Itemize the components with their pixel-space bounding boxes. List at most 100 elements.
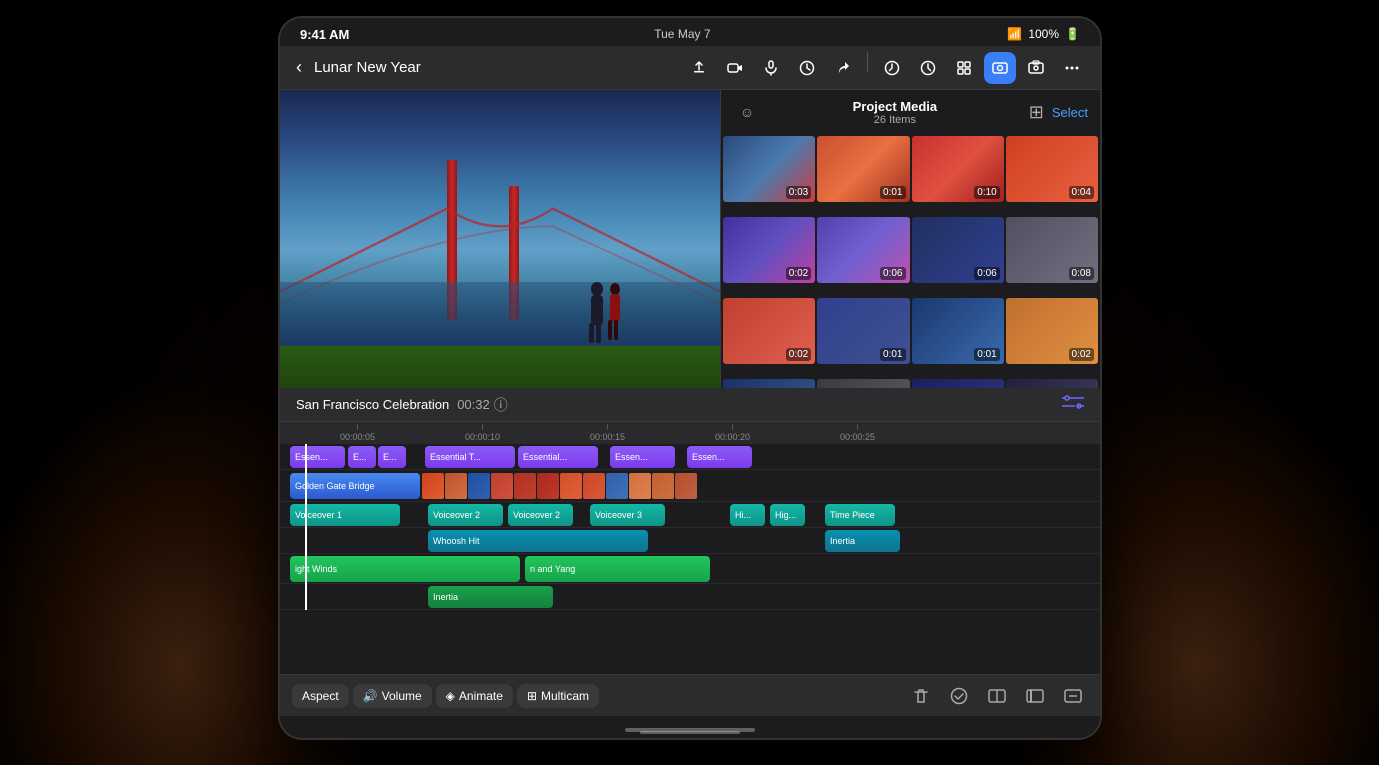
checkmark-button[interactable] (944, 681, 974, 711)
navigate-btn[interactable] (791, 52, 823, 84)
upload-icon-btn[interactable] (683, 52, 715, 84)
sfx-clip[interactable]: Inertia (825, 530, 900, 552)
voiceover-clip[interactable]: Voiceover 2 (508, 504, 573, 526)
extra-clip[interactable]: Inertia (428, 586, 553, 608)
thumb-clip[interactable] (422, 473, 444, 499)
media-thumb[interactable]: 0:01 (912, 298, 1004, 364)
thumb-clip[interactable] (445, 473, 467, 499)
back-button[interactable]: ‹ (292, 53, 306, 82)
effect-clip[interactable]: Essen... (687, 446, 752, 468)
share-btn[interactable] (827, 52, 859, 84)
volume-icon: 🔊 (363, 689, 378, 703)
timeline-section: San Francisco Celebration 00:32 ⓘ 00:00:… (280, 388, 1100, 738)
cut-button[interactable] (1020, 681, 1050, 711)
media-thumb[interactable]: 0:01 (817, 298, 909, 364)
thumb-clip[interactable] (560, 473, 582, 499)
project-name: San Francisco Celebration (296, 397, 449, 412)
effect-clip[interactable]: Essential... (518, 446, 598, 468)
effect-clip[interactable]: Essen... (290, 446, 345, 468)
split-view-button[interactable] (982, 681, 1012, 711)
effect-clip[interactable]: E... (348, 446, 376, 468)
status-bar: 9:41 AM Tue May 7 📶 100% 🔋 (280, 18, 1100, 46)
music-clip[interactable]: ight Winds (290, 556, 520, 582)
multicam-label: Multicam (541, 689, 589, 703)
voiceover-clip[interactable]: Voiceover 2 (428, 504, 503, 526)
media-count: 26 Items (769, 114, 1021, 126)
voiceover-clip[interactable]: Voiceover 1 (290, 504, 400, 526)
media-icon-row: ☺ (733, 98, 761, 126)
thumb-clip[interactable] (675, 473, 697, 499)
voiceover-clip[interactable]: Hig... (770, 504, 805, 526)
effect-clip[interactable]: Essential T... (425, 446, 515, 468)
redo-btn[interactable] (912, 52, 944, 84)
thumb-duration: 0:04 (1069, 186, 1094, 199)
ruler-mark: 00:00:25 (840, 424, 875, 442)
grid-layout-btn[interactable]: ⊞ (1029, 102, 1044, 123)
animate-button[interactable]: ◈ Animate (436, 684, 513, 708)
mic-btn[interactable] (755, 52, 787, 84)
voiceover-clip[interactable]: Voiceover 3 (590, 504, 665, 526)
media-header: ☺ Project Media 26 Items ⊞ Select (721, 90, 1100, 134)
media-thumb[interactable]: 0:08 (1006, 217, 1098, 283)
voiceover-clip[interactable]: Hi... (730, 504, 765, 526)
thumb-clip[interactable] (537, 473, 559, 499)
ruler-mark: 00:00:05 (340, 424, 375, 442)
thumb-duration: 0:02 (1069, 348, 1094, 361)
thumb-duration: 0:06 (880, 267, 905, 280)
info-icon[interactable]: ⓘ (494, 395, 508, 415)
emoji-media-btn[interactable]: ☺ (733, 98, 761, 126)
thumb-clip[interactable] (491, 473, 513, 499)
wifi-icon: 📶 (1007, 27, 1022, 41)
media-thumb[interactable]: 0:03 (723, 136, 815, 202)
media-thumb[interactable]: 0:02 (723, 298, 815, 364)
aspect-label: Aspect (302, 689, 339, 703)
main-video-track: Golden Gate Bridge (280, 470, 1100, 502)
media-thumb[interactable]: 0:04 (1006, 136, 1098, 202)
effect-clip[interactable]: E... (378, 446, 406, 468)
volume-label: Volume (382, 689, 422, 703)
more-btn[interactable] (1056, 52, 1088, 84)
sfx-clip[interactable]: Whoosh Hit (428, 530, 648, 552)
photo-btn[interactable] (984, 52, 1016, 84)
track-area: Essen... E... E... Essential T... Essent… (280, 444, 1100, 610)
timeline-settings-icon[interactable] (1062, 391, 1084, 419)
thumb-duration: 0:10 (974, 186, 999, 199)
thumb-clip[interactable] (606, 473, 628, 499)
thumb-clip[interactable] (468, 473, 490, 499)
history-btn[interactable] (876, 52, 908, 84)
project-title: Lunar New Year (314, 59, 675, 76)
media-thumb[interactable]: 0:06 (817, 217, 909, 283)
delete-button[interactable] (906, 681, 936, 711)
top-toolbar: ‹ Lunar New Year (280, 46, 1100, 90)
volume-button[interactable]: 🔊 Volume (353, 684, 432, 708)
ipad-screen: 9:41 AM Tue May 7 📶 100% 🔋 ‹ Lunar New Y… (280, 18, 1100, 738)
aspect-button[interactable]: Aspect (292, 684, 349, 708)
camera2-btn[interactable] (1020, 52, 1052, 84)
media-thumb[interactable]: 0:01 (817, 136, 909, 202)
grid-view-btn[interactable] (948, 52, 980, 84)
thumb-clip[interactable] (514, 473, 536, 499)
video-preview (280, 90, 720, 410)
camera-record-btn[interactable] (719, 52, 751, 84)
bottom-icons-right (906, 681, 1088, 711)
select-button[interactable]: Select (1052, 105, 1088, 120)
effect-clip[interactable]: Essen... (610, 446, 675, 468)
music-clip[interactable]: n and Yang (525, 556, 710, 582)
media-thumb[interactable]: 0:02 (723, 217, 815, 283)
media-thumb[interactable]: 0:02 (1006, 298, 1098, 364)
media-thumb[interactable]: 0:10 (912, 136, 1004, 202)
people-silhouette (577, 277, 632, 352)
battery-icon: 🔋 (1065, 27, 1080, 41)
thumb-clip[interactable] (629, 473, 651, 499)
thumb-clip[interactable] (583, 473, 605, 499)
media-thumb[interactable]: 0:06 (912, 217, 1004, 283)
ruler-mark: 00:00:15 (590, 424, 625, 442)
animate-icon: ◈ (446, 689, 455, 703)
bottom-toolbar: Aspect 🔊 Volume ◈ Animate ⊞ Multicam (280, 674, 1100, 716)
tracks-container[interactable]: Essen... E... E... Essential T... Essent… (280, 444, 1100, 654)
thumb-clip[interactable] (652, 473, 674, 499)
multicam-button[interactable]: ⊞ Multicam (517, 684, 599, 708)
more-options-button[interactable] (1058, 681, 1088, 711)
voiceover-clip[interactable]: Time Piece (825, 504, 895, 526)
video-clip-main[interactable]: Golden Gate Bridge (290, 473, 420, 499)
